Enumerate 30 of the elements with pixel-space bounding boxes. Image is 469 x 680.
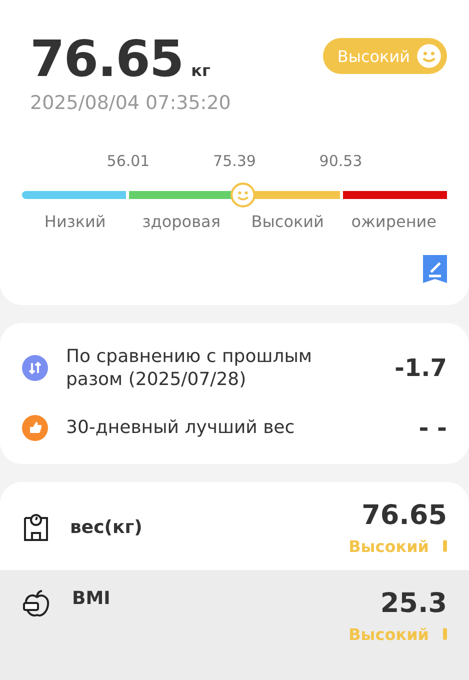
status-indicator — [443, 540, 447, 552]
edit-icon[interactable] — [423, 255, 447, 283]
measurement-datetime: 2025/08/04 07:35:20 — [30, 92, 232, 114]
metric-label: BMI — [72, 588, 112, 609]
arrows-icon — [22, 355, 48, 382]
apple-icon — [22, 588, 52, 618]
weight-unit: кг — [191, 61, 210, 80]
metric-value: 25.3 — [380, 588, 447, 619]
metric-status: Высокий — [348, 624, 429, 644]
thumbs-up-icon — [22, 414, 48, 441]
threshold-value: 75.39 — [213, 152, 256, 170]
status-badge: Высокий — [323, 38, 447, 74]
comparison-label: 30-дневный лучший вес — [66, 416, 296, 440]
comparison-label: По сравнению с прошлым разом (2025/07/28) — [66, 345, 314, 392]
range-label: Низкий — [43, 212, 107, 231]
metric-row[interactable]: BMI 25.3 Высокий — [0, 570, 469, 680]
status-indicator — [443, 628, 447, 640]
metric-label: вес(кг) — [70, 517, 144, 538]
threshold-value: 90.53 — [319, 152, 362, 170]
threshold-value: 56.01 — [106, 152, 150, 170]
comparison-value: -1.7 — [394, 354, 447, 382]
range-label: Высокий — [250, 212, 325, 231]
metric-status: Высокий — [348, 536, 429, 556]
scale-icon — [22, 512, 50, 543]
range-label: ожирение — [350, 212, 438, 231]
metric-value: 76.65 — [362, 500, 447, 531]
weight-value: 76.65 — [30, 30, 184, 88]
smiley-icon — [414, 41, 444, 71]
comparison-value: - - — [418, 414, 447, 442]
range-label: здоровая — [141, 212, 222, 231]
